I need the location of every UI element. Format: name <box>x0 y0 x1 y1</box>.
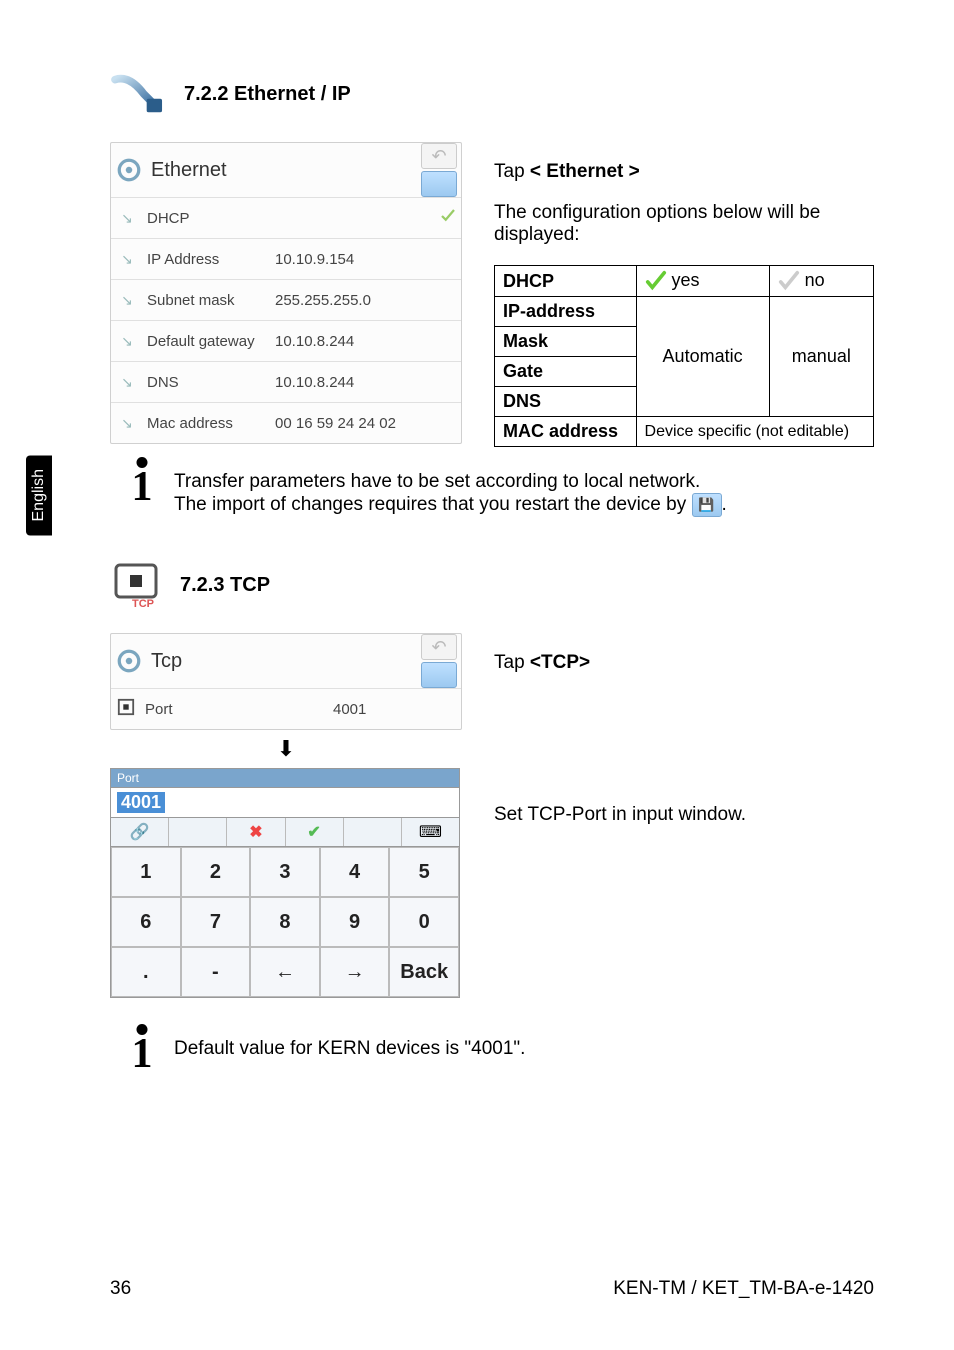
panel-row-label: Port <box>145 701 265 718</box>
keypad: Port 4001 🔗 ✖ ✔ ⌨ 1 2 3 <box>110 768 460 998</box>
table-cell: DHCP <box>495 266 637 297</box>
plug-icon: ↘ <box>115 330 139 352</box>
keypad-key-back[interactable]: Back <box>389 947 459 997</box>
table-cell-no: no <box>769 266 873 297</box>
keypad-key[interactable]: 4 <box>320 847 390 897</box>
page-footer: 36 KEN-TM / KET_TM-BA-e-1420 <box>110 1278 874 1300</box>
keypad-link-icon[interactable]: 🔗 <box>111 818 169 846</box>
panel-row-label: Subnet mask <box>147 292 267 309</box>
ethernet-desc: The configuration options below will be … <box>494 202 874 246</box>
plug-icon: ↘ <box>115 207 139 229</box>
heading-text: 7.2.2 Ethernet / IP <box>184 83 351 106</box>
save-icon: 💾 <box>692 493 722 517</box>
tcp-desc: Set TCP-Port in input window. <box>494 804 874 826</box>
gear-icon <box>115 647 143 675</box>
keypad-key[interactable]: 1 <box>111 847 181 897</box>
panel-row-value: 10.10.8.244 <box>275 374 354 391</box>
panel-row-label: Mac address <box>147 415 267 432</box>
keypad-key[interactable]: 0 <box>389 897 459 947</box>
keypad-value: 4001 <box>117 792 165 813</box>
keypad-key[interactable]: 3 <box>250 847 320 897</box>
options-table: DHCP yes no IP-address Automatic manual … <box>494 265 874 447</box>
keypad-spacer <box>344 818 402 846</box>
undo-icon[interactable]: ↶ <box>421 634 457 660</box>
tap-ethernet-text: Tap < Ethernet > <box>494 161 874 183</box>
panel-row-gateway[interactable]: ↘ Default gateway 10.10.8.244 <box>111 321 461 362</box>
panel-row-subnet[interactable]: ↘ Subnet mask 255.255.255.0 <box>111 280 461 321</box>
plug-icon: ↘ <box>115 371 139 393</box>
info-text: Default value for KERN devices is "4001"… <box>174 1038 525 1060</box>
table-cell: Mask <box>495 327 637 357</box>
table-cell: DNS <box>495 387 637 417</box>
tcp-panel: Tcp ↶ Port 4001 <box>110 633 462 730</box>
keypad-ok-button[interactable]: ✔ <box>286 818 344 846</box>
port-icon <box>115 698 137 721</box>
info-note-1: 1 Transfer parameters have to be set acc… <box>130 471 874 517</box>
doc-id: KEN-TM / KET_TM-BA-e-1420 <box>613 1278 874 1300</box>
panel-row-ip[interactable]: ↘ IP Address 10.10.9.154 <box>111 239 461 280</box>
panel-row-port[interactable]: Port 4001 <box>111 689 461 729</box>
panel-row-value: 255.255.255.0 <box>275 292 371 309</box>
tap-tcp-text: Tap <TCP> <box>494 652 874 674</box>
panel-row-label: DHCP <box>147 210 267 227</box>
panel-row-value: 10.10.9.154 <box>275 251 354 268</box>
keypad-key[interactable]: - <box>181 947 251 997</box>
table-cell: IP-address <box>495 297 637 327</box>
keypad-key[interactable]: 8 <box>250 897 320 947</box>
plug-icon: ↘ <box>115 248 139 270</box>
panel-row-dns[interactable]: ↘ DNS 10.10.8.244 <box>111 362 461 403</box>
section-heading-ethernet: 7.2.2 Ethernet / IP <box>110 70 874 118</box>
panel-row-label: Default gateway <box>147 333 267 350</box>
section-heading-tcp: TCP 7.2.3 TCP <box>110 561 874 609</box>
info-icon: 1 <box>130 471 154 505</box>
keypad-spacer <box>169 818 227 846</box>
panel-row-dhcp[interactable]: ↘ DHCP <box>111 198 461 239</box>
keypad-cancel-button[interactable]: ✖ <box>227 818 285 846</box>
panel-title: Ethernet <box>151 159 227 182</box>
keypad-display[interactable]: 4001 <box>110 787 460 818</box>
info-icon: 1 <box>130 1038 154 1072</box>
keypad-key[interactable]: ← <box>250 947 320 997</box>
keypad-key[interactable]: 5 <box>389 847 459 897</box>
keypad-key[interactable]: 7 <box>181 897 251 947</box>
keypad-key[interactable]: 6 <box>111 897 181 947</box>
keypad-key[interactable]: → <box>320 947 390 997</box>
plug-icon <box>110 70 168 118</box>
keypad-keyboard-icon[interactable]: ⌨ <box>402 818 459 846</box>
table-cell-yes: yes <box>636 266 769 297</box>
panel-row-value: 4001 <box>333 701 366 718</box>
gear-icon <box>115 156 143 184</box>
table-cell: Gate <box>495 357 637 387</box>
ethernet-panel: Ethernet ↶ ↘ DHCP ↘ IP Address <box>110 142 462 444</box>
undo-icon[interactable]: ↶ <box>421 143 457 169</box>
page-number: 36 <box>110 1278 131 1300</box>
keypad-key[interactable]: . <box>111 947 181 997</box>
keypad-key[interactable]: 2 <box>181 847 251 897</box>
keypad-title: Port <box>110 768 460 787</box>
plug-icon: ↘ <box>115 412 139 434</box>
info-text: Transfer parameters have to be set accor… <box>174 471 727 493</box>
panel-title: Tcp <box>151 650 182 673</box>
table-cell: Automatic <box>636 297 769 417</box>
panel-row-value: 00 16 59 24 24 02 <box>275 415 396 432</box>
plug-icon: ↘ <box>115 289 139 311</box>
keypad-key[interactable]: 9 <box>320 897 390 947</box>
panel-row-mac[interactable]: ↘ Mac address 00 16 59 24 24 02 <box>111 403 461 443</box>
save-icon[interactable] <box>421 171 457 197</box>
down-arrow-icon: ⬇ <box>110 736 462 762</box>
language-tab: English <box>26 455 52 535</box>
tcp-icon: TCP <box>110 561 164 609</box>
panel-row-label: IP Address <box>147 251 267 268</box>
table-cell: Device specific (not editable) <box>636 417 873 447</box>
panel-row-label: DNS <box>147 374 267 391</box>
svg-text:TCP: TCP <box>132 598 154 609</box>
table-cell: MAC address <box>495 417 637 447</box>
info-text: The import of changes requires that you … <box>174 493 727 517</box>
table-cell: manual <box>769 297 873 417</box>
save-icon[interactable] <box>421 662 457 688</box>
info-note-2: 1 Default value for KERN devices is "400… <box>130 1038 874 1072</box>
panel-row-value: 10.10.8.244 <box>275 333 354 350</box>
heading-text: 7.2.3 TCP <box>180 574 270 597</box>
